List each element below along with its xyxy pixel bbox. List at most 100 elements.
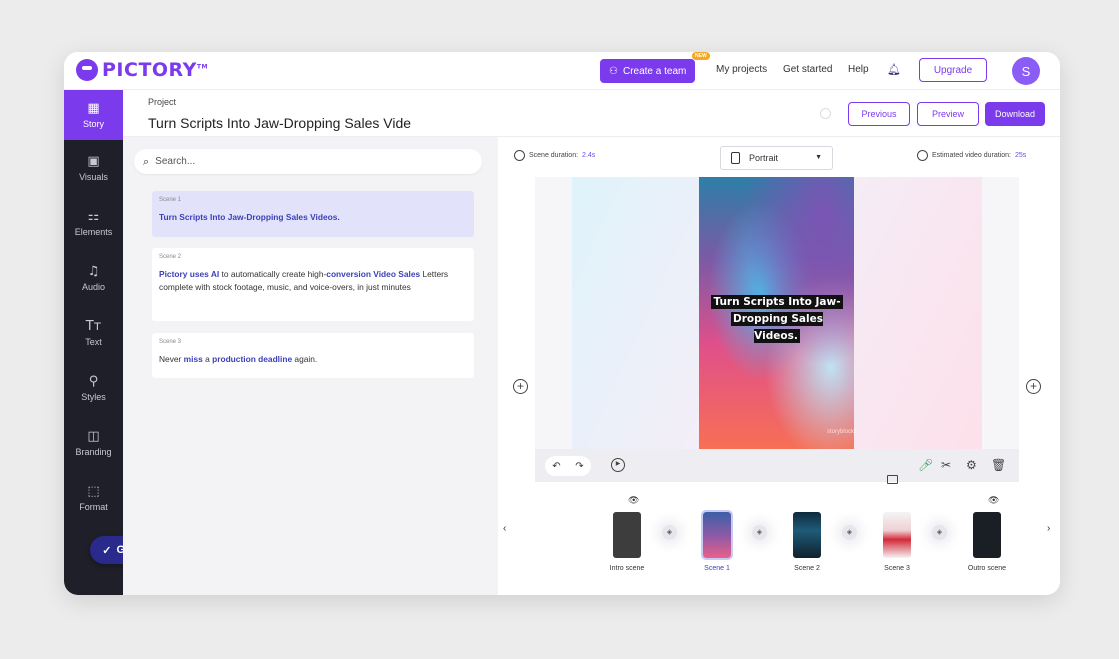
- visuals-icon: ▣: [87, 153, 100, 169]
- caption-line-2: Dropping Sales Videos.: [730, 312, 823, 343]
- chevron-down-icon: ▼: [815, 154, 822, 161]
- loading-spinner-icon: [820, 108, 831, 119]
- scene-card-1[interactable]: Scene 1 Turn Scripts Into Jaw-Dropping S…: [152, 191, 474, 237]
- sidebar-item-visuals[interactable]: ▣ Visuals: [64, 143, 123, 193]
- sidebar-item-label: Visuals: [79, 171, 108, 182]
- scene-card-3[interactable]: Scene 3 Never miss a production deadline…: [152, 333, 474, 378]
- thumb-scene-3[interactable]: [883, 512, 911, 558]
- trademark-mark: TM: [196, 63, 208, 71]
- previous-button[interactable]: Previous: [848, 102, 910, 126]
- get-started-link[interactable]: Get started: [783, 64, 832, 75]
- highlighted-phrase: Turn Scripts Into Jaw-Dropping Sales Vid…: [159, 212, 340, 222]
- voiceover-icon[interactable]: 🎤︎: [918, 458, 933, 472]
- estimated-duration-label: Estimated video duration:: [932, 152, 1011, 159]
- branding-icon: ◫: [87, 428, 100, 444]
- scene-duration-value[interactable]: 2.4s: [582, 152, 595, 159]
- sidebar-item-format[interactable]: ⬚ Format: [64, 473, 123, 523]
- scene-text[interactable]: Never miss a production deadline again.: [159, 353, 467, 366]
- format-select[interactable]: Portrait ▼: [720, 146, 833, 170]
- check-circle-icon: ✓: [102, 544, 112, 557]
- scene-card-2[interactable]: Scene 2 Pictory uses AI to automatically…: [152, 248, 474, 321]
- sidebar-item-audio[interactable]: ♫ Audio: [64, 253, 123, 303]
- highlighted-phrase: conversion Video Sales: [326, 269, 421, 279]
- clock-icon: [514, 150, 525, 161]
- upgrade-button[interactable]: Upgrade: [919, 58, 987, 82]
- add-scene-after-icon[interactable]: +: [1026, 379, 1041, 394]
- create-team-label: Create a team: [622, 65, 687, 77]
- scene-timeline: ‹ › 👁︎ Intro scene ◈ Scene 1 ◈ Scene 2 ◈…: [498, 492, 1060, 595]
- video-canvas: Turn Scripts Into Jaw- Dropping Sales Vi…: [535, 177, 1019, 449]
- video-caption[interactable]: Turn Scripts Into Jaw- Dropping Sales Vi…: [710, 294, 844, 345]
- scene-duration-label: Scene duration:: [529, 152, 579, 159]
- avatar[interactable]: S: [1012, 57, 1040, 85]
- thumb-intro[interactable]: [613, 512, 641, 558]
- sidebar-item-label: Format: [79, 501, 108, 512]
- add-scene-before-icon[interactable]: +: [513, 379, 528, 394]
- eye-hidden-icon[interactable]: 👁︎: [988, 496, 999, 506]
- search-bar[interactable]: ⌕: [134, 149, 482, 174]
- scene-tag: Scene 1: [159, 197, 182, 203]
- settings-icon[interactable]: ⚙: [966, 458, 977, 472]
- layout-icon[interactable]: [887, 475, 898, 484]
- timeline-left-arrow-icon[interactable]: ‹: [503, 523, 506, 534]
- sidebar-item-styles[interactable]: ⚲ Styles: [64, 363, 123, 413]
- scene-tag: Scene 3: [159, 339, 182, 345]
- transition-icon[interactable]: ◈: [932, 525, 947, 540]
- scene-text[interactable]: Pictory uses AI to automatically create …: [159, 268, 467, 294]
- sidebar-item-branding[interactable]: ◫ Branding: [64, 418, 123, 468]
- play-icon[interactable]: ▶: [611, 458, 625, 472]
- sidebar-item-label: Branding: [75, 446, 112, 457]
- transition-icon[interactable]: ◈: [752, 525, 767, 540]
- text-icon: Tт: [85, 318, 102, 334]
- timeline-label: Intro scene: [609, 565, 645, 572]
- transition-icon[interactable]: ◈: [842, 525, 857, 540]
- story-icon: ▦: [87, 100, 100, 116]
- top-bar: PICTORYTM ⚇ Create a team NEW My project…: [64, 52, 1060, 90]
- scene-text[interactable]: Turn Scripts Into Jaw-Dropping Sales Vid…: [159, 211, 467, 224]
- sidebar-item-label: Audio: [81, 281, 106, 292]
- sidebar-item-text[interactable]: Tт Text: [64, 308, 123, 358]
- scene-duration: Scene duration: 2.4s: [514, 150, 595, 161]
- octopus-logo-icon: [76, 59, 98, 81]
- sidebar-item-label: Text: [85, 336, 102, 347]
- download-button[interactable]: Download: [985, 102, 1045, 126]
- search-icon: ⌕: [143, 154, 150, 168]
- elements-icon: ⚏: [87, 208, 100, 224]
- bell-icon[interactable]: 🔔︎: [887, 63, 901, 76]
- my-projects-link[interactable]: My projects: [716, 64, 767, 75]
- undo-redo: ↶ ↷: [545, 456, 591, 476]
- sidebar-item-label: Elements: [74, 226, 113, 237]
- sidebar: ▦ Story ▣ Visuals ⚏ Elements ♫ Audio Tт Text ⚲ Styl…: [64, 90, 123, 595]
- help-link[interactable]: Help: [848, 64, 869, 75]
- highlighted-phrase: production deadline: [212, 354, 293, 364]
- sidebar-item-story[interactable]: ▦ Story: [64, 90, 123, 140]
- preview-panel: Scene duration: 2.4s Portrait ▼ Estimate…: [498, 137, 1060, 595]
- timeline-right-arrow-icon[interactable]: ›: [1047, 523, 1050, 534]
- transition-icon[interactable]: ◈: [662, 525, 677, 540]
- eye-hidden-icon[interactable]: 👁︎: [628, 496, 639, 506]
- thumb-outro[interactable]: [973, 512, 1001, 558]
- thumb-scene-1[interactable]: [701, 510, 733, 560]
- sidebar-item-elements[interactable]: ⚏ Elements: [64, 198, 123, 248]
- timeline-label: Scene 2: [794, 565, 820, 572]
- thumb-scene-2[interactable]: [793, 512, 821, 558]
- search-input[interactable]: [155, 156, 446, 167]
- sidebar-item-label: Story: [82, 118, 104, 129]
- pictory-logo[interactable]: PICTORYTM: [76, 59, 208, 81]
- playback-controls: ↶ ↷ ▶ 🎤︎ ✂ ⚙ 🗑︎: [535, 449, 1019, 482]
- create-team-button[interactable]: ⚇ Create a team: [600, 59, 696, 83]
- highlighted-phrase: Pictory uses AI: [159, 269, 220, 279]
- script-phrase: to automatically create high-: [219, 269, 327, 279]
- delete-icon[interactable]: 🗑︎: [991, 458, 1006, 472]
- timeline-label: Outro scene: [967, 565, 1007, 572]
- scissors-icon[interactable]: ✂: [941, 458, 951, 472]
- script-phrase: Never: [159, 354, 184, 364]
- clock-icon: [917, 150, 928, 161]
- undo-icon[interactable]: ↶: [552, 461, 560, 472]
- project-title[interactable]: Turn Scripts Into Jaw-Dropping Sales Vid…: [148, 115, 411, 131]
- brand-name: PICTORY: [102, 59, 197, 81]
- redo-icon[interactable]: ↷: [575, 461, 583, 472]
- preview-button[interactable]: Preview: [917, 102, 979, 126]
- timeline-label: Scene 3: [884, 565, 910, 572]
- scene-tag: Scene 2: [159, 254, 182, 260]
